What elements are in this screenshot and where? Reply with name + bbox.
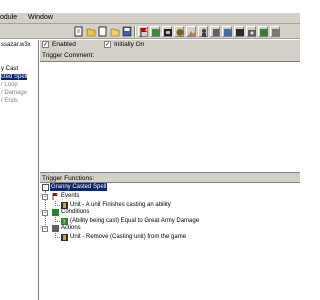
actions-node[interactable]: Actions — [61, 224, 81, 232]
trigger-node[interactable]: / Loop — [1, 82, 18, 88]
trigger-functions-label: Trigger Functions: — [42, 175, 95, 182]
trigger-node[interactable]: y Cast — [1, 66, 18, 72]
events-node[interactable]: Events — [61, 192, 79, 200]
camera-icon[interactable] — [246, 26, 256, 37]
trigger-node[interactable]: / Damage — [1, 90, 27, 96]
initially-on-checkbox[interactable]: ✓ — [104, 41, 111, 48]
window-title-strip — [0, 0, 300, 13]
trigger-node[interactable]: / Ends — [1, 98, 18, 104]
collapse-events-toggle[interactable]: − — [42, 194, 48, 200]
menu-window[interactable]: Window — [28, 14, 53, 21]
object-icon[interactable] — [174, 26, 184, 37]
trigger-editor-panel: ✓ Enabled ✓ Initially On Trigger Comment… — [40, 40, 300, 300]
variable-icon[interactable] — [150, 26, 160, 37]
enabled-checkbox[interactable]: ✓ — [42, 41, 49, 48]
terrain-icon[interactable] — [186, 26, 196, 37]
trigger-list-panel[interactable]: ssazar.w3x y Cast cted Spell / Loop / Da… — [0, 40, 39, 300]
save-icon[interactable] — [122, 26, 132, 37]
trigger-root-node[interactable]: Granny Casted Spell — [50, 183, 108, 191]
collapse-actions-toggle[interactable]: − — [42, 226, 48, 232]
action-item[interactable]: Unit - Remove (Casting unit) from the ga… — [70, 233, 186, 241]
map-node[interactable]: ssazar.w3x — [1, 42, 31, 48]
tree-line — [55, 221, 60, 222]
menu-bar: odule Window — [0, 13, 300, 24]
enabled-label: Enabled — [52, 41, 76, 48]
test-map-icon[interactable] — [270, 26, 280, 37]
actions-icon — [52, 225, 59, 232]
trigger-doc-icon — [42, 184, 49, 191]
unit-icon[interactable] — [198, 26, 208, 37]
open-icon[interactable] — [110, 26, 120, 37]
new-folder-icon[interactable] — [86, 26, 96, 37]
import-icon[interactable] — [258, 26, 268, 37]
sound-icon[interactable] — [222, 26, 232, 37]
conditions-icon — [52, 209, 59, 216]
events-flag-icon — [52, 193, 59, 200]
initially-on-label: Initially On — [114, 41, 145, 48]
item-icon[interactable] — [210, 26, 220, 37]
ai-icon[interactable] — [234, 26, 244, 37]
menu-module[interactable]: odule — [0, 14, 17, 21]
trigger-node-selected[interactable]: cted Spell — [1, 74, 28, 80]
tree-line — [55, 237, 60, 238]
conditions-node[interactable]: Conditions — [61, 208, 89, 216]
new-trigger-icon[interactable] — [74, 26, 84, 37]
cutscene-icon[interactable] — [162, 26, 172, 37]
trigger-functions-tree[interactable]: Granny Casted Spell − Events Unit - A un… — [40, 182, 300, 300]
trigger-comment-textarea[interactable] — [40, 61, 300, 173]
unit-action-icon — [61, 234, 68, 241]
tree-line — [55, 205, 60, 206]
new-comment-icon[interactable] — [98, 26, 108, 37]
collapse-conditions-toggle[interactable]: − — [42, 210, 48, 216]
toolbar — [0, 24, 300, 39]
toolbar-separator — [134, 26, 136, 37]
condition-item[interactable]: (Ability being cast) Equal to Great Army… — [70, 217, 199, 225]
trigger-comment-label: Trigger Comment: — [42, 52, 95, 59]
flag-icon[interactable] — [138, 26, 148, 37]
